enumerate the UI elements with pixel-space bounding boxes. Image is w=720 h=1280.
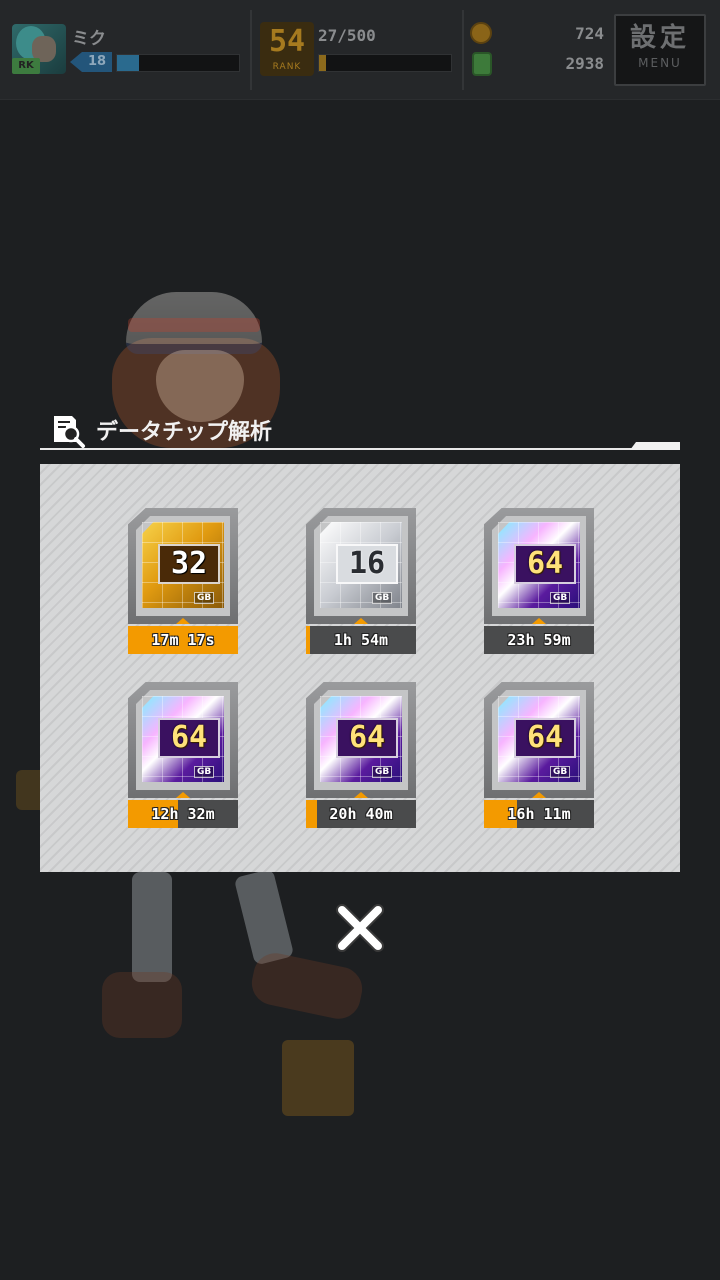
coin-count: 724 — [575, 24, 604, 43]
rank-exp-fill — [319, 55, 327, 71]
timer-text: 23h 59m — [507, 631, 571, 649]
analysis-timer: 23h 59m — [484, 626, 594, 654]
data-chip-panel: 32 GB 17m 17s 16 GB 1h 54m 64 GB 23h 59m 64 GB 12h … — [40, 464, 680, 872]
screen: RK ミク 18 54 RANK 27/500 724 2938 設定 MENU — [0, 0, 720, 1280]
chip-arrow-icon — [176, 792, 190, 798]
menu-label: MENU — [638, 56, 682, 70]
chip-arrow-icon — [176, 618, 190, 624]
chip-capacity: 64 — [526, 546, 564, 581]
chip-capacity: 64 — [526, 720, 564, 755]
data-chip-slot[interactable]: 64 GB 16h 11m — [484, 682, 594, 832]
background-character-leg — [132, 872, 172, 982]
background-character-leg — [233, 868, 295, 966]
chip-capacity: 16 — [348, 546, 386, 581]
coin-icon — [470, 22, 492, 44]
menu-button[interactable]: 設定 MENU — [614, 14, 706, 86]
data-chip-slot[interactable]: 32 GB 17m 17s — [128, 508, 238, 658]
timer-text: 16h 11m — [507, 805, 571, 823]
data-chip-slot[interactable]: 16 GB 1h 54m — [306, 508, 416, 658]
timer-text: 1h 54m — [333, 631, 389, 649]
rank-exp-bar — [318, 54, 452, 72]
data-chip-slot[interactable]: 64 GB 23h 59m — [484, 508, 594, 658]
rank-badge: 54 RANK — [260, 22, 314, 76]
level-arrow-icon — [70, 52, 82, 72]
chip-arrow-icon — [354, 618, 368, 624]
rank-number: 54 — [268, 24, 306, 59]
chip-unit: GB — [372, 592, 393, 604]
divider — [250, 10, 252, 90]
divider — [462, 10, 464, 90]
rank-exp-text: 27/500 — [318, 26, 376, 45]
character-name: ミク — [72, 29, 106, 49]
data-analysis-icon — [54, 416, 85, 448]
timer-text: 12h 32m — [151, 805, 215, 823]
rank-label: RANK — [272, 62, 302, 72]
gem-count: 2938 — [565, 54, 604, 73]
top-status-bar: RK ミク 18 54 RANK 27/500 724 2938 設定 MENU — [0, 0, 720, 100]
menu-kanji-label: 設定 — [629, 23, 690, 53]
analysis-timer: 20h 40m — [306, 800, 416, 828]
analysis-timer: 1h 54m — [306, 626, 416, 654]
title-underline-accent — [630, 442, 680, 450]
timer-text: 20h 40m — [329, 805, 393, 823]
timer-text: 17m 17s — [151, 631, 215, 649]
chip-arrow-icon — [354, 792, 368, 798]
analysis-timer: 17m 17s — [128, 626, 238, 654]
analysis-timer: 16h 11m — [484, 800, 594, 828]
chip-unit: GB — [194, 592, 215, 604]
gem-icon — [472, 52, 492, 76]
chip-unit: GB — [550, 592, 571, 604]
background-prop — [282, 1040, 354, 1116]
character-exp-bar — [116, 54, 240, 72]
data-chip-slot[interactable]: 64 GB 12h 32m — [128, 682, 238, 832]
character-exp-fill — [117, 55, 139, 71]
background-character-shoe — [102, 972, 182, 1038]
title-underline — [40, 448, 680, 450]
background-character-shoe — [247, 949, 367, 1023]
background-character-hat-band — [128, 318, 260, 332]
chip-capacity: 64 — [348, 720, 386, 755]
chip-capacity: 32 — [170, 546, 208, 581]
chip-unit: GB — [194, 766, 215, 778]
chip-capacity: 64 — [170, 720, 208, 755]
chip-unit: GB — [550, 766, 571, 778]
character-level: 18 — [82, 52, 112, 72]
modal-title: データチップ解析 — [96, 420, 273, 445]
chip-arrow-icon — [532, 792, 546, 798]
analysis-timer: 12h 32m — [128, 800, 238, 828]
close-x-icon[interactable] — [330, 898, 390, 958]
data-chip-slot[interactable]: 64 GB 20h 40m — [306, 682, 416, 832]
chip-arrow-icon — [532, 618, 546, 624]
chip-unit: GB — [372, 766, 393, 778]
avatar-badge: RK — [12, 58, 40, 74]
